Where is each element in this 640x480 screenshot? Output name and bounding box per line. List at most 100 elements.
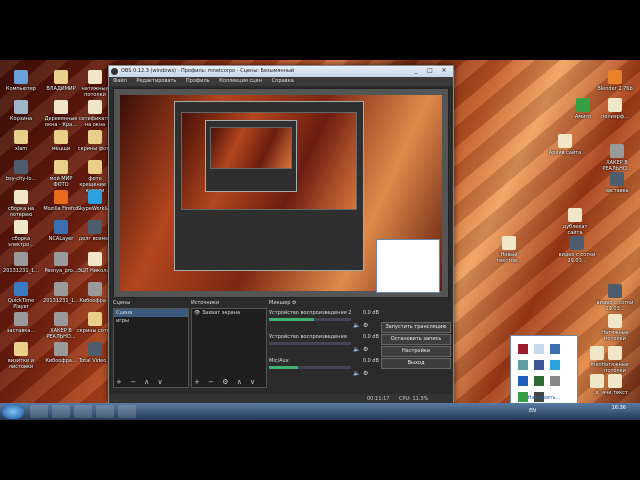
gear-icon[interactable]: ⚙ — [363, 370, 368, 377]
gear-icon[interactable]: ⚙ — [363, 322, 368, 329]
gear-icon[interactable]: ⚙ — [222, 378, 231, 386]
desktop-icon[interactable]: полиэрф... — [596, 98, 634, 120]
obs-preview[interactable] — [113, 88, 449, 298]
app-tray-icon[interactable] — [549, 344, 560, 354]
exit-button[interactable]: Выход — [381, 358, 451, 369]
gear-icon[interactable]: ⚙ — [292, 300, 296, 306]
desktop-icon[interactable]: Mozilla Firefox — [42, 190, 80, 212]
explorer-taskbar-icon[interactable] — [30, 405, 48, 418]
desktop-icon[interactable]: заставка — [598, 172, 636, 194]
close-button[interactable]: ✕ — [437, 67, 451, 75]
desktop-icon[interactable]: 20131231_1... — [2, 252, 40, 274]
desktop-icon-image — [88, 100, 102, 114]
sources-toolbar[interactable]: + − ⚙ ∧ ∨ — [194, 378, 258, 386]
app-tray-icon[interactable] — [533, 344, 544, 354]
scenes-list[interactable]: Сцена игры + − ∧ ∨ — [113, 308, 189, 388]
maximize-button[interactable]: □ — [423, 67, 437, 75]
desktop-icon-label: NCALayer — [48, 236, 74, 242]
desktop-icon[interactable]: видео с сотки 29.03... — [596, 284, 634, 312]
user-icon[interactable] — [549, 376, 560, 386]
volume-meter[interactable] — [269, 318, 351, 321]
menu-profile[interactable]: Профиль — [186, 78, 210, 84]
desktop-icon[interactable]: видео с сотки 29.03... — [558, 236, 596, 264]
app-tray-icon[interactable] — [533, 376, 544, 386]
desktop-icon[interactable]: NCALayer — [42, 220, 80, 242]
menu-file[interactable]: Файл — [113, 78, 127, 84]
desktop-icon-label: Total Video... — [79, 358, 111, 364]
desktop-icon[interactable]: Кибоофра... — [42, 342, 80, 364]
bluetooth-icon[interactable] — [518, 376, 528, 386]
desktop-icon-label: полиэрф... — [601, 114, 629, 120]
chrome-taskbar-icon[interactable] — [96, 405, 114, 418]
volume-meter[interactable] — [269, 366, 351, 369]
desktop-icon[interactable]: ХАКЕР В РЕАЛЬНО... — [42, 312, 80, 340]
menu-edit[interactable]: Редактировать — [136, 78, 176, 84]
desktop-icon[interactable]: сборка на лотерею — [2, 190, 40, 218]
desktop-icon-label: сетификаты на окна — [78, 116, 112, 128]
desktop-icon[interactable]: ment — [578, 346, 616, 368]
desktop-icon[interactable]: ВЛАДИМИР — [42, 70, 80, 92]
flag-icon[interactable] — [533, 360, 544, 370]
desktop-icon[interactable]: сборка электро... — [2, 220, 40, 248]
desktop-icon-label: xlam — [14, 146, 28, 152]
scene-item[interactable]: игры — [114, 317, 188, 325]
desktop-icon-image — [568, 208, 582, 222]
speaker-mute-icon[interactable]: 🔈 — [353, 322, 360, 329]
desktop-icon[interactable]: QuickTime Player — [2, 282, 40, 310]
stop-recording-button[interactable]: Остановить запись — [381, 334, 451, 345]
menu-scene-collection[interactable]: Коллекция сцен — [219, 78, 262, 84]
scene-item[interactable]: Сцена — [114, 309, 188, 317]
customize-link[interactable]: Настроить... — [511, 395, 577, 401]
desktop-icon-image — [558, 134, 572, 148]
volume-meter[interactable] — [269, 342, 351, 345]
sources-list[interactable]: 👁 Захват экрана + − ⚙ ∧ ∨ — [191, 308, 267, 388]
skype-icon[interactable] — [549, 360, 560, 370]
clock[interactable]: 16:36 — [612, 405, 626, 411]
desktop-icon[interactable]: ХАКЕР В РЕАЛЬНО... — [598, 144, 636, 172]
obs-menubar: Файл Редактировать Профиль Коллекция сце… — [109, 77, 453, 86]
desktop-icon[interactable]: Новый текстов... — [490, 236, 528, 264]
desktop-icon[interactable]: Pesnya_pro... — [42, 252, 80, 274]
gear-icon[interactable]: ⚙ — [363, 346, 368, 353]
scenes-toolbar[interactable]: + − ∧ ∨ — [116, 378, 166, 386]
desktop-icon-image — [14, 312, 28, 326]
speaker-mute-icon[interactable]: 🔈 — [353, 346, 360, 353]
menu-help[interactable]: Справка — [272, 78, 294, 84]
app-tray-icon[interactable] — [518, 344, 528, 354]
desktop-icon-label: натяжные потолки — [81, 86, 109, 98]
desktop-icon[interactable]: bsy-city-lo... — [2, 160, 40, 182]
desktop-icon-image — [54, 282, 68, 296]
desktop-icon[interactable]: Натяжные потолки — [596, 314, 634, 342]
desktop-icon-image — [88, 160, 102, 174]
minimize-button[interactable]: _ — [409, 67, 423, 75]
desktop-icon[interactable]: 20131231_1... — [42, 282, 80, 304]
firefox-taskbar-icon[interactable] — [74, 405, 92, 418]
start-streaming-button[interactable]: Запустить трансляцию — [381, 322, 451, 333]
app-tray-icon[interactable] — [518, 360, 528, 370]
desktop-icon[interactable]: xlam — [2, 130, 40, 152]
desktop-icon[interactable]: мецщи — [42, 130, 80, 152]
desktop-icon[interactable]: Деревянные окна - Кра... — [42, 100, 80, 128]
speaker-icon[interactable]: 🔈 — [353, 370, 360, 377]
mixer-channel: Устройство воспроизведения 0.0 dB 🔈 ⚙ — [269, 334, 381, 354]
settings-button[interactable]: Настройки — [381, 346, 451, 357]
desktop-icon[interactable]: визитки и листовки — [2, 342, 40, 370]
nested-preview-2 — [210, 127, 292, 169]
desktop-icon-label: визитки и листовки — [7, 358, 35, 370]
source-item[interactable]: 👁 Захват экрана — [192, 309, 266, 317]
desktop-icon[interactable]: Blender 2.76b — [596, 70, 634, 92]
eye-icon[interactable]: 👁 — [194, 310, 200, 316]
taskbar-app-icon[interactable] — [52, 405, 70, 418]
desktop-icon[interactable]: дублекат сайта — [556, 208, 594, 236]
desktop-icon[interactable]: Корзина — [2, 100, 40, 122]
obs-titlebar[interactable]: OBS 0.12.3 (windows) - Профиль: mnetcorp… — [109, 66, 453, 77]
desktop-icon[interactable]: Архив сайта — [546, 134, 584, 156]
language-indicator[interactable]: EN — [529, 408, 536, 414]
desktop-icon-image — [54, 100, 68, 114]
desktop-icon[interactable]: Компьютер — [2, 70, 40, 92]
obs-taskbar-icon[interactable] — [118, 405, 136, 418]
desktop-icon[interactable]: мой МИР ФОТО — [42, 160, 80, 188]
desktop-icon[interactable]: д — [578, 374, 616, 396]
start-button[interactable] — [2, 404, 24, 419]
desktop-icon[interactable]: заставка... — [2, 312, 40, 334]
